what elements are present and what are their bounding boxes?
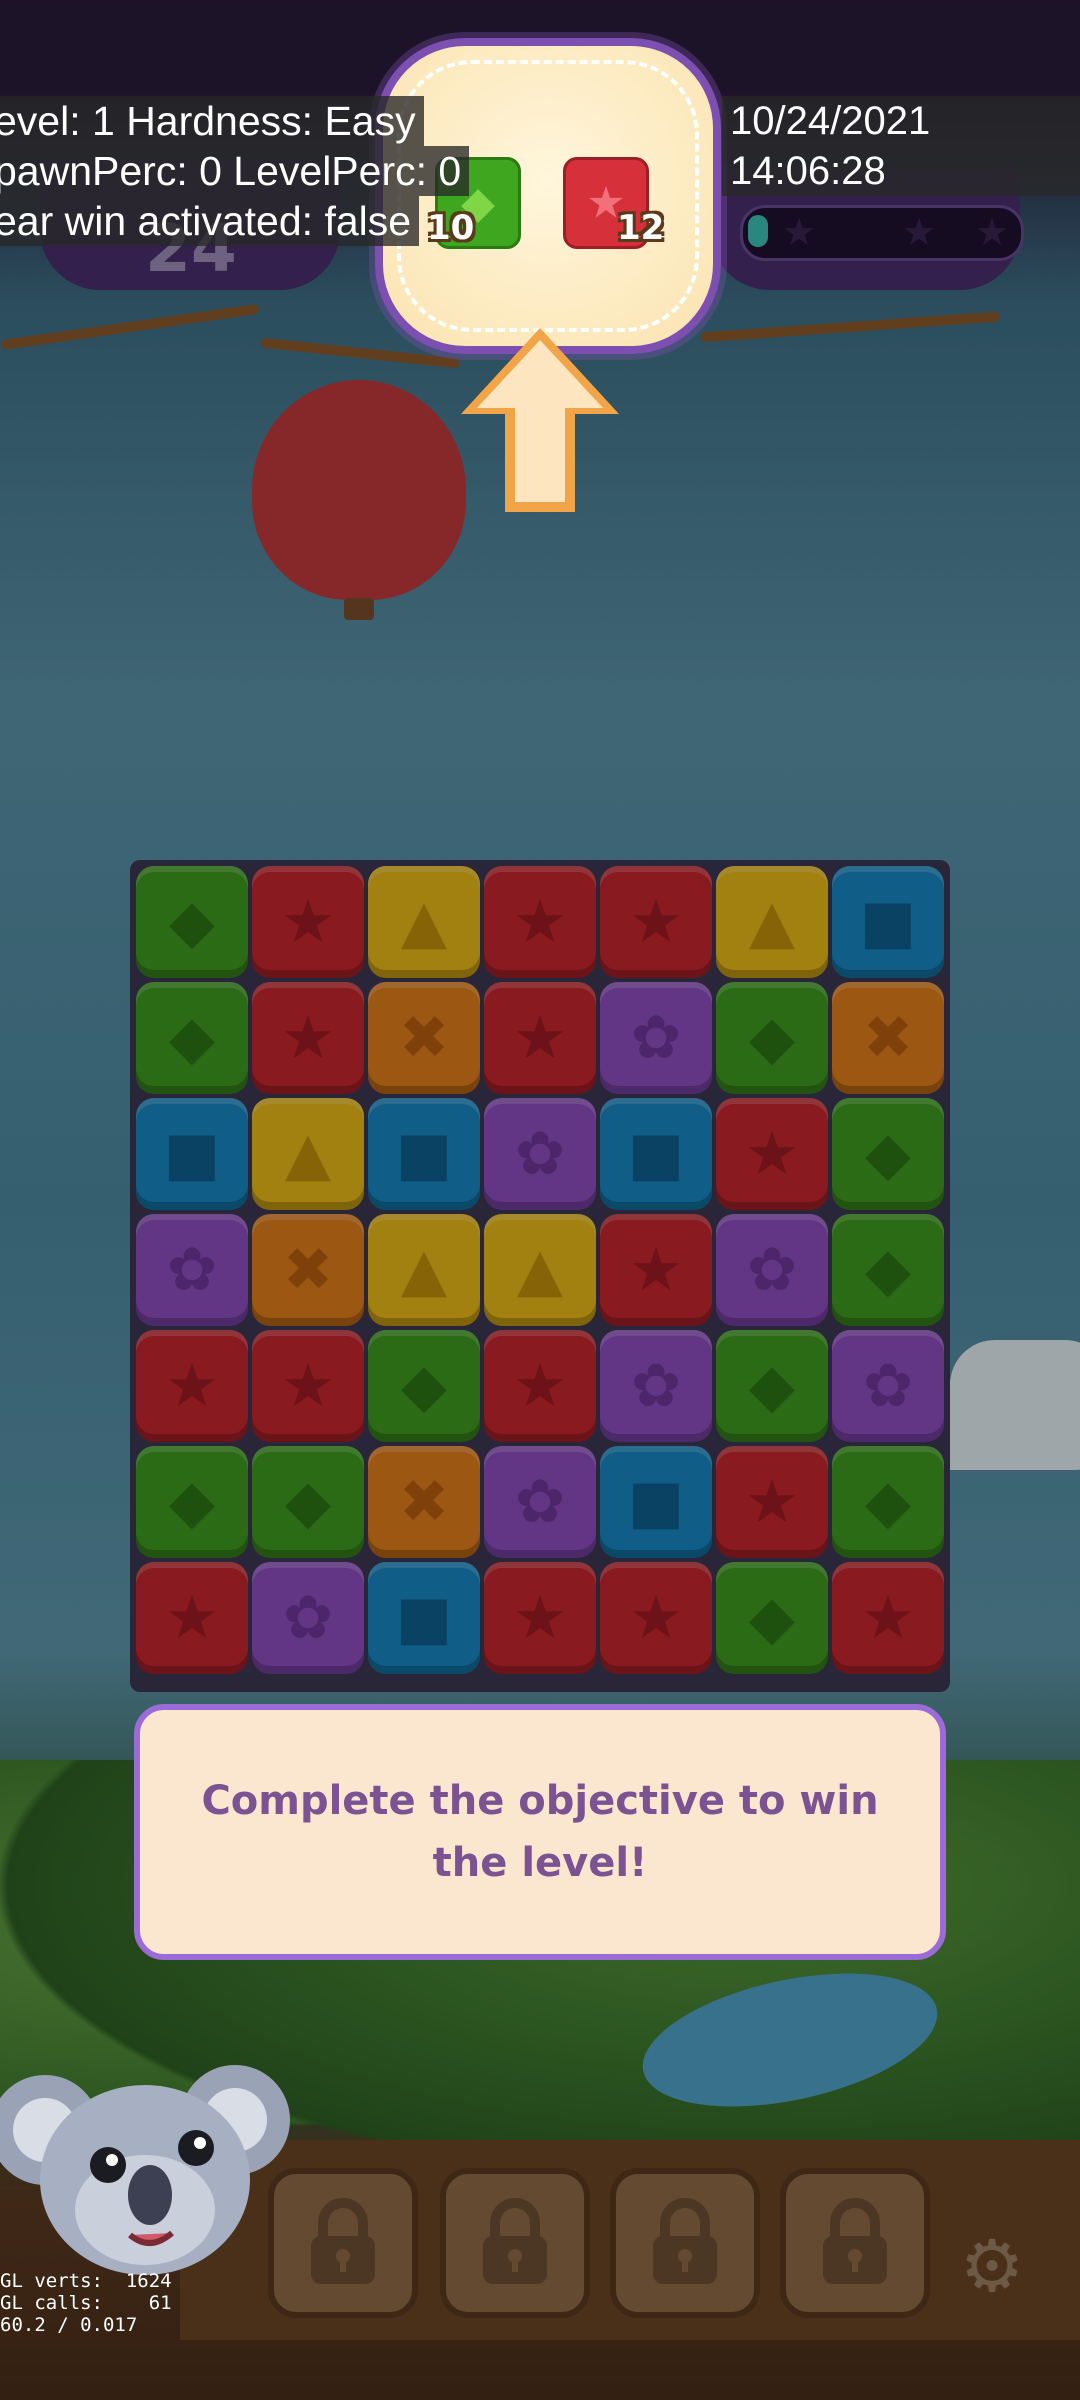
debug-datetime: 10/24/2021 14:06:28 — [722, 96, 1080, 196]
gl-verts-label: GL verts: — [0, 2270, 103, 2292]
tutorial-message: Complete the objective to win the level! — [201, 1778, 879, 1886]
objective-panel — [375, 38, 721, 354]
gl-verts-value: 1624 — [125, 2270, 172, 2292]
debug-level-line: evel: 1 Hardness: Easy — [0, 96, 424, 146]
debug-clear-line: ear win activated: false — [0, 196, 420, 246]
goal-green-count: 10 — [427, 208, 475, 248]
fps-readout: 60.2 / 0.017 — [0, 2314, 138, 2336]
pointer-arrow-icon — [461, 328, 619, 512]
goal-red-count: 12 — [617, 208, 665, 248]
gl-stats: GL verts: 1624 GL calls: 61 60.2 / 0.017 — [0, 2270, 172, 2336]
tutorial-message-box[interactable]: Complete the objective to win the level! — [134, 1704, 946, 1960]
gl-calls-label: GL calls: — [0, 2292, 103, 2314]
koala-mascot — [0, 2065, 290, 2275]
gl-calls-value: 61 — [148, 2292, 172, 2314]
debug-spawn-line: pawnPerc: 0 LevelPerc: 0 — [0, 146, 470, 196]
